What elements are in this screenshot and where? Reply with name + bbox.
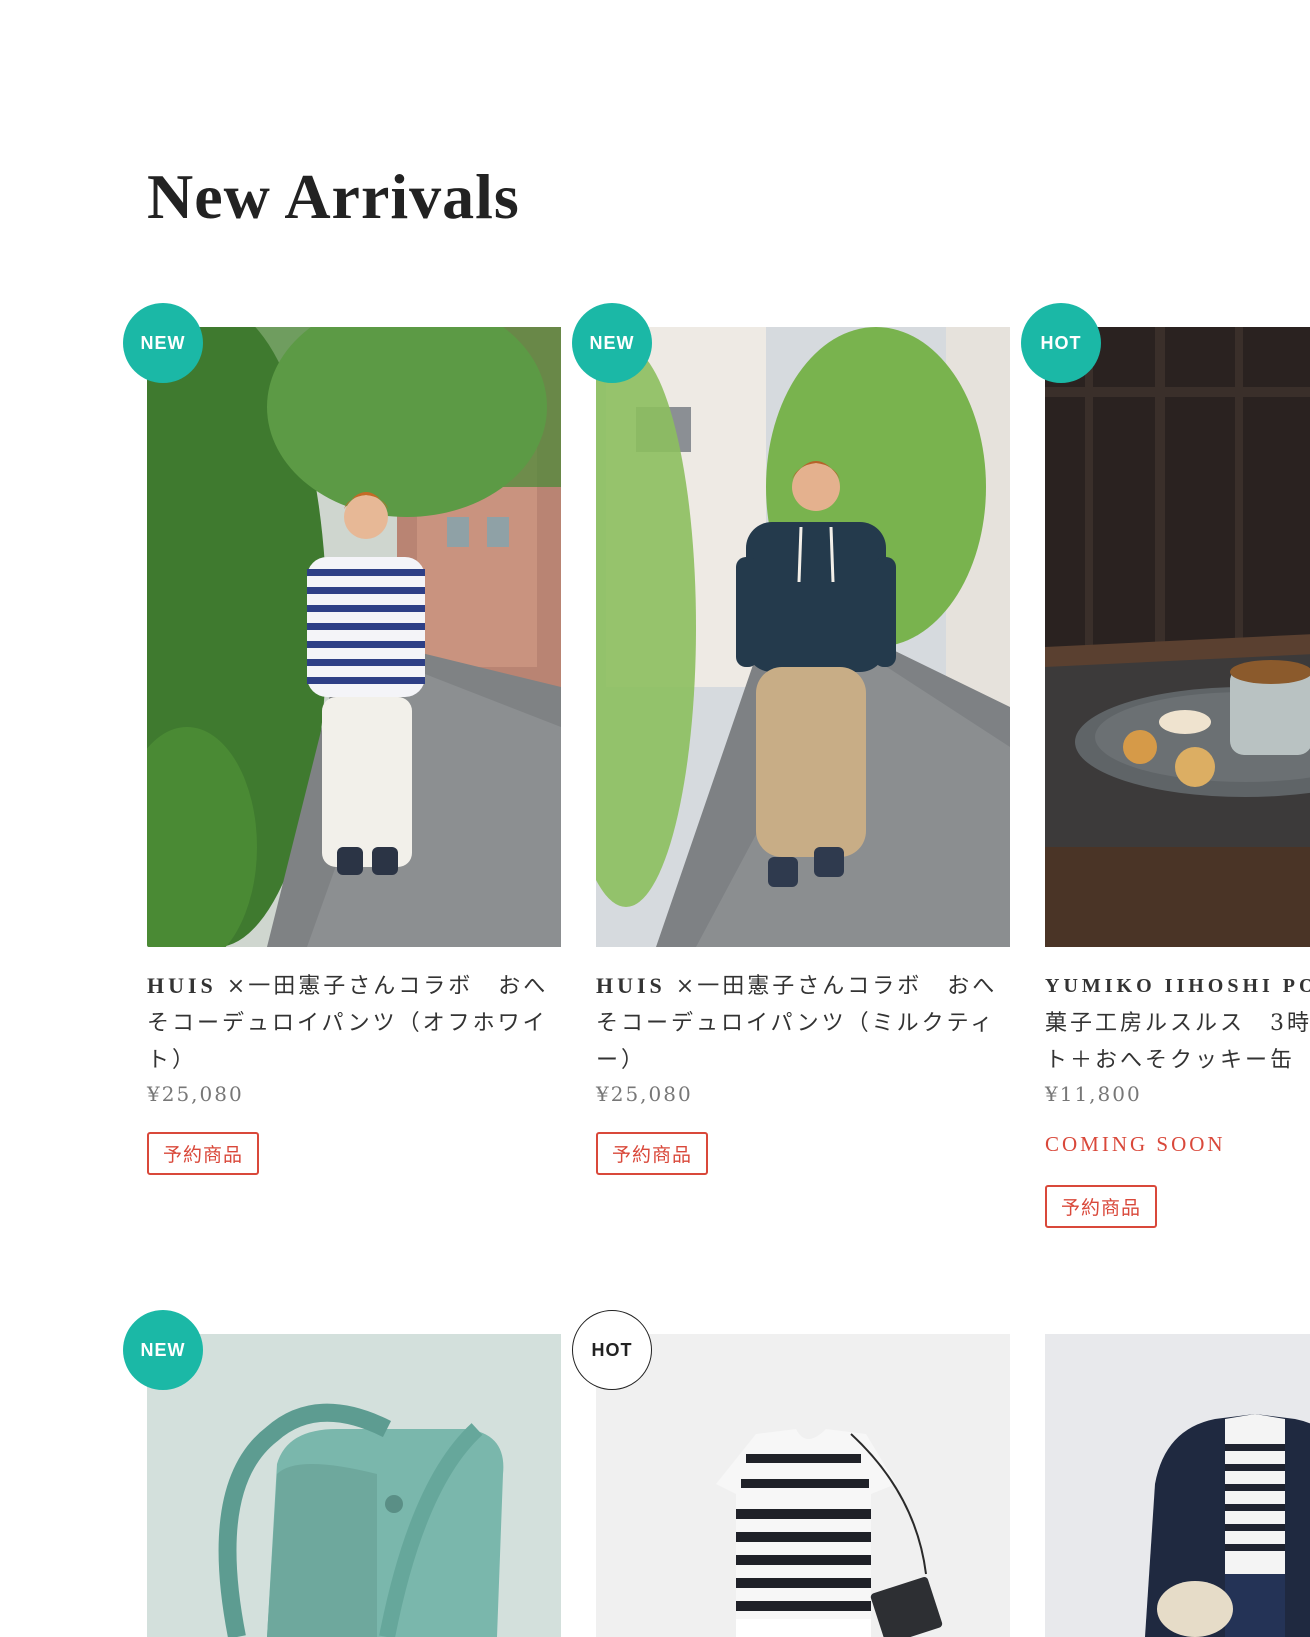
new-badge: NEW bbox=[123, 1310, 203, 1390]
product-image[interactable] bbox=[596, 1334, 1010, 1637]
preorder-tag: 予約商品 bbox=[147, 1132, 260, 1175]
hot-badge: HOT bbox=[572, 1310, 652, 1390]
product-name[interactable]: YUMIKO IIHOSHI PO 菓子工房ルスルス 3時 ト＋おへそクッキー缶 bbox=[1045, 967, 1310, 1079]
product-brand: HUIS bbox=[147, 973, 217, 998]
product-price: ¥25,080 bbox=[147, 1082, 244, 1106]
product-card[interactable]: HOT bbox=[572, 1310, 1010, 1637]
new-badge: NEW bbox=[123, 303, 203, 383]
product-card[interactable]: NEW bbox=[123, 1310, 561, 1637]
product-card[interactable]: NEW HUIS ×一田憲子さんコラボ おへそコーデュロイパンツ（ミルクティー）… bbox=[572, 303, 1010, 1187]
product-card[interactable] bbox=[1045, 1334, 1310, 1637]
product-image[interactable] bbox=[147, 1334, 561, 1637]
hot-badge: HOT bbox=[1021, 303, 1101, 383]
preorder-tag: 予約商品 bbox=[1045, 1185, 1158, 1228]
product-price: ¥11,800 bbox=[1045, 1082, 1142, 1106]
product-name[interactable]: HUIS ×一田憲子さんコラボ おへそコーデュロイパンツ（オフホワイト） bbox=[147, 967, 561, 1079]
product-image[interactable] bbox=[1045, 327, 1310, 947]
product-name[interactable]: HUIS ×一田憲子さんコラボ おへそコーデュロイパンツ（ミルクティー） bbox=[596, 967, 1010, 1079]
preorder-tag: 予約商品 bbox=[596, 1132, 709, 1175]
new-badge: NEW bbox=[572, 303, 652, 383]
product-title: 菓子工房ルスルス 3時 ト＋おへそクッキー缶 bbox=[1045, 1011, 1310, 1073]
product-brand: HUIS bbox=[596, 973, 666, 998]
product-card[interactable]: NEW HUIS ×一田憲子さんコラボ おへそコーデュロイパンツ（オフホワイト）… bbox=[123, 303, 561, 1187]
product-image[interactable] bbox=[596, 327, 1010, 947]
product-image[interactable] bbox=[147, 327, 561, 947]
section-title: New Arrivals bbox=[147, 161, 520, 232]
coming-soon-label: COMING SOON bbox=[1045, 1132, 1226, 1156]
product-card[interactable]: HOT YUMIKO IIHOSHI PO 菓子工房ルスルス 3時 ト＋おへそク… bbox=[1021, 303, 1310, 1228]
product-price: ¥25,080 bbox=[596, 1082, 693, 1106]
product-brand: YUMIKO IIHOSHI PO bbox=[1045, 975, 1310, 997]
product-image[interactable] bbox=[1045, 1334, 1310, 1637]
new-arrivals-page: New Arrivals NEW HUIS ×一田憲子さんコラボ おへそコーデュ… bbox=[0, 0, 1310, 1637]
